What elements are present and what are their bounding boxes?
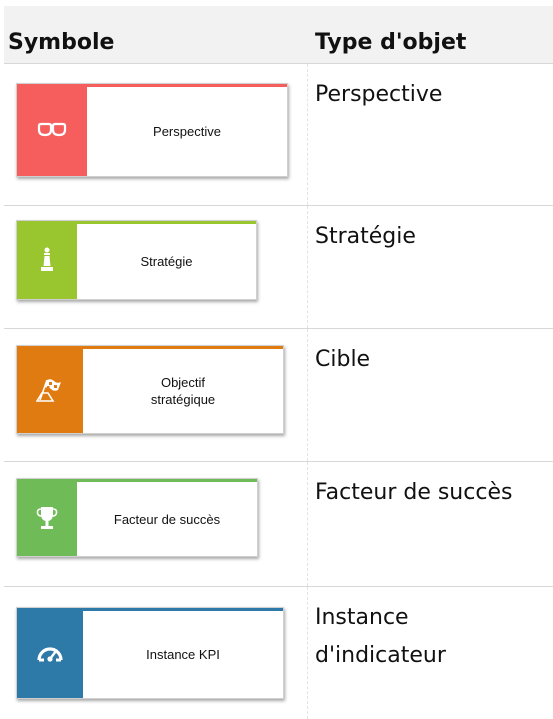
gauge-icon <box>17 608 83 698</box>
table-row: Objectif stratégique Cible <box>4 328 553 461</box>
column-divider <box>307 64 309 205</box>
glasses-icon <box>17 84 87 176</box>
symbol-label: Perspective <box>153 124 221 139</box>
table-row: Stratégie Stratégie <box>4 205 553 328</box>
header-symbol: Symbole <box>8 30 115 55</box>
object-type: Cible <box>315 347 371 372</box>
header-object-type: Type d'objet <box>315 30 467 55</box>
symbol-table: Symbole Type d'objet Perspective Perspec… <box>4 6 553 719</box>
symbol-label: Facteur de succès <box>113 511 221 527</box>
object-type: Stratégie <box>315 224 416 249</box>
strategy-symbol: Stratégie <box>16 220 257 300</box>
perspective-symbol: Perspective <box>16 83 288 177</box>
kpi-instance-symbol: Instance KPI <box>16 607 284 699</box>
table-row: Facteur de succès Facteur de succès <box>4 461 553 586</box>
chess-piece-icon <box>17 221 77 299</box>
strategic-objective-symbol: Objectif stratégique <box>16 345 284 434</box>
object-type: Perspective <box>315 82 443 107</box>
symbol-label: Objectif stratégique <box>150 375 216 407</box>
table-row: Perspective Perspective <box>4 63 553 205</box>
finish-flag-icon <box>17 346 83 433</box>
table-row: Instance KPI Instance d'indicateur <box>4 586 553 719</box>
trophy-icon <box>17 479 77 556</box>
success-factor-symbol: Facteur de succès <box>16 478 258 557</box>
column-divider <box>307 329 309 461</box>
object-type: Instance d'indicateur <box>315 605 446 668</box>
symbol-label: Stratégie <box>140 254 193 269</box>
object-type: Facteur de succès <box>315 480 513 505</box>
column-divider <box>307 462 309 586</box>
symbol-label: Instance KPI <box>146 647 220 662</box>
column-divider <box>307 206 309 328</box>
column-divider <box>307 587 309 719</box>
table-header: Symbole Type d'objet <box>4 6 553 63</box>
